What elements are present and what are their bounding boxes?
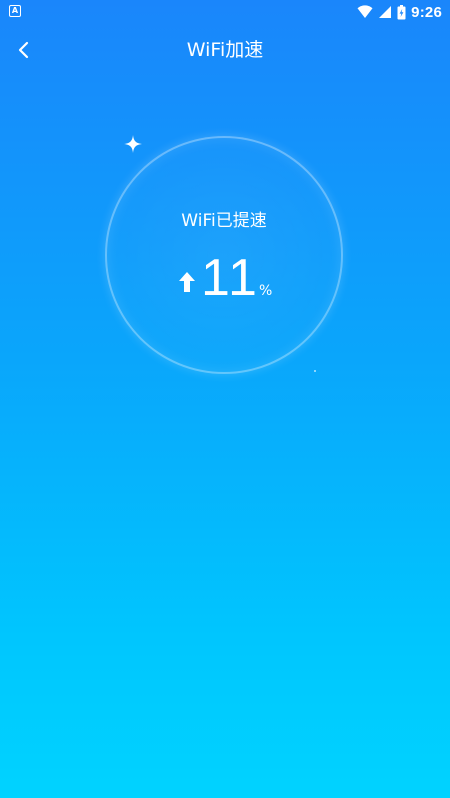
boost-percent-unit: % bbox=[259, 283, 273, 299]
wifi-icon bbox=[357, 5, 373, 18]
boost-label: WiFi已提速 bbox=[181, 211, 267, 231]
battery-icon bbox=[397, 4, 406, 19]
boost-result-circle: WiFi已提速 11 % bbox=[105, 136, 343, 374]
sparkle-icon bbox=[124, 135, 142, 153]
wifi-boost-screen: A 9:26 WiFi加速 WiFi已提速 11 % bbox=[0, 0, 450, 798]
top-bar: WiFi加速 bbox=[0, 24, 450, 76]
cell-signal-icon bbox=[379, 6, 392, 18]
a-notification-icon: A bbox=[9, 5, 21, 17]
boost-value-row: 11 % bbox=[107, 250, 341, 310]
sparkle-dot bbox=[314, 370, 316, 372]
page-title: WiFi加速 bbox=[186, 39, 264, 61]
status-time: 9:26 bbox=[411, 3, 442, 21]
boost-percent-value: 11 bbox=[201, 249, 259, 307]
status-icons: 9:26 bbox=[357, 3, 442, 21]
status-bar: A 9:26 bbox=[0, 0, 450, 24]
arrow-up-icon bbox=[179, 272, 195, 292]
